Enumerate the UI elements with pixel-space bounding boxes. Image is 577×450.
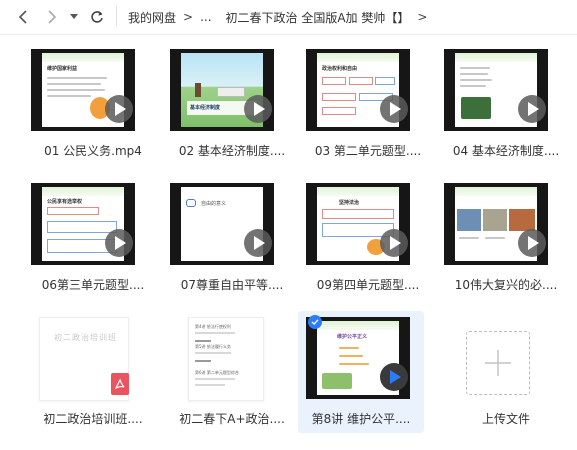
back-icon[interactable] [13,7,33,27]
play-icon[interactable] [380,95,408,123]
pdf-cover-title: 初二政治培训班 [54,333,117,342]
breadcrumb-ellipsis[interactable]: ... [200,10,211,24]
file-name: 01 公民义务.mp4 [44,144,142,158]
file-item-selected[interactable]: 维护公平正义 第8讲 维护公平.... [298,311,424,433]
slide-title: 自由的意义 [201,201,227,207]
doc-line: 第6讲 第二单元题型综合 [195,370,239,375]
toolbar-divider [116,6,117,26]
file-item[interactable]: 第4讲 依法行使权利 第5讲 依法履行义务 第6讲 第二单元题型综合 初二春下A… [170,317,296,441]
play-icon[interactable] [244,95,272,123]
file-name: 07尊重自由平等.... [180,278,284,292]
file-name: 10伟大复兴的必.... [454,278,558,292]
video-thumbnail [444,49,548,131]
forward-icon[interactable] [42,7,62,27]
file-item[interactable]: 自由的意义 07尊重自由平等.... [170,183,296,307]
file-name: 初二春下A+政治.... [179,412,285,426]
video-thumbnail: 维护公平正义 [306,317,410,399]
upload-label: 上传文件 [481,412,530,426]
slide-title: 维护国家利益 [47,66,78,72]
play-icon[interactable] [380,229,408,257]
video-thumbnail: 政治权利和自由 [306,49,410,131]
file-name: 02 基本经济制度.... [178,144,286,158]
top-navigation-bar: 我的网盘 > ... 初二春下政治 全国版A加 樊帅【】 > [0,0,577,34]
file-name: 第8讲 维护公平.... [311,412,411,426]
history-dropdown-icon[interactable] [64,7,84,27]
file-item[interactable]: 10伟大复兴的必.... [444,183,570,307]
video-thumbnail: 公民享有选举权 [31,183,135,265]
slide-title: 政治权利和自由 [322,66,358,72]
file-item[interactable]: 政治权利和自由 03 第二单元题型.... [306,49,432,173]
doc-line: 第4讲 依法行使权利 [195,324,231,329]
slide-title: 公民享有选举权 [47,199,83,205]
file-name: 03 第二单元题型.... [314,144,422,158]
breadcrumb: 我的网盘 > ... 初二春下政治 全国版A加 樊帅【】 > [128,8,434,26]
video-thumbnail: 基本经济制度 [170,49,274,131]
file-item[interactable]: 04 基本经济制度.... [444,49,570,173]
play-icon[interactable] [380,363,408,391]
play-icon[interactable] [105,95,133,123]
breadcrumb-separator: > [183,10,194,24]
breadcrumb-current[interactable]: 初二春下政治 全国版A加 樊帅【】 [226,9,410,26]
file-item[interactable]: 维护国家利益 01 公民义务.mp4 [31,49,157,173]
video-thumbnail: 自由的意义 [170,183,274,265]
video-thumbnail: 维护国家利益 [31,49,135,131]
upload-button[interactable] [466,331,530,395]
breadcrumb-root[interactable]: 我的网盘 [128,9,176,26]
upload-file-item[interactable]: 上传文件 [444,317,570,441]
video-thumbnail: 坚持法治 [306,183,410,265]
truck-illustration [461,97,491,119]
file-item[interactable]: 坚持法治 09第四单元题型.... [306,183,432,307]
file-name: 初二政治培训班.... [43,412,143,426]
file-item[interactable]: 基本经济制度 02 基本经济制度.... [170,49,296,173]
pdf-icon [111,373,129,395]
slide-title: 坚持法治 [339,200,360,206]
play-icon[interactable] [518,229,546,257]
slide-title: 基本经济制度 [190,105,221,111]
file-name: 06第三单元题型.... [41,278,145,292]
check-icon[interactable] [308,315,322,329]
file-name: 04 基本经济制度.... [452,144,560,158]
topbar-divider [0,34,577,35]
file-name: 09第四单元题型.... [316,278,420,292]
video-thumbnail [444,183,548,265]
doc-line: 第5讲 依法履行义务 [195,344,231,349]
play-icon[interactable] [244,229,272,257]
plus-icon [485,350,511,376]
play-icon[interactable] [105,229,133,257]
play-icon[interactable] [518,95,546,123]
document-thumbnail: 第4讲 依法行使权利 第5讲 依法履行义务 第6讲 第二单元题型综合 [188,317,264,401]
slide-title: 维护公平正义 [337,334,368,340]
breadcrumb-trailing-separator: > [417,10,428,24]
file-item[interactable]: 初二政治培训班 初二政治培训班.... [31,317,157,441]
file-item[interactable]: 公民享有选举权 06第三单元题型.... [31,183,157,307]
refresh-icon[interactable] [87,7,107,27]
